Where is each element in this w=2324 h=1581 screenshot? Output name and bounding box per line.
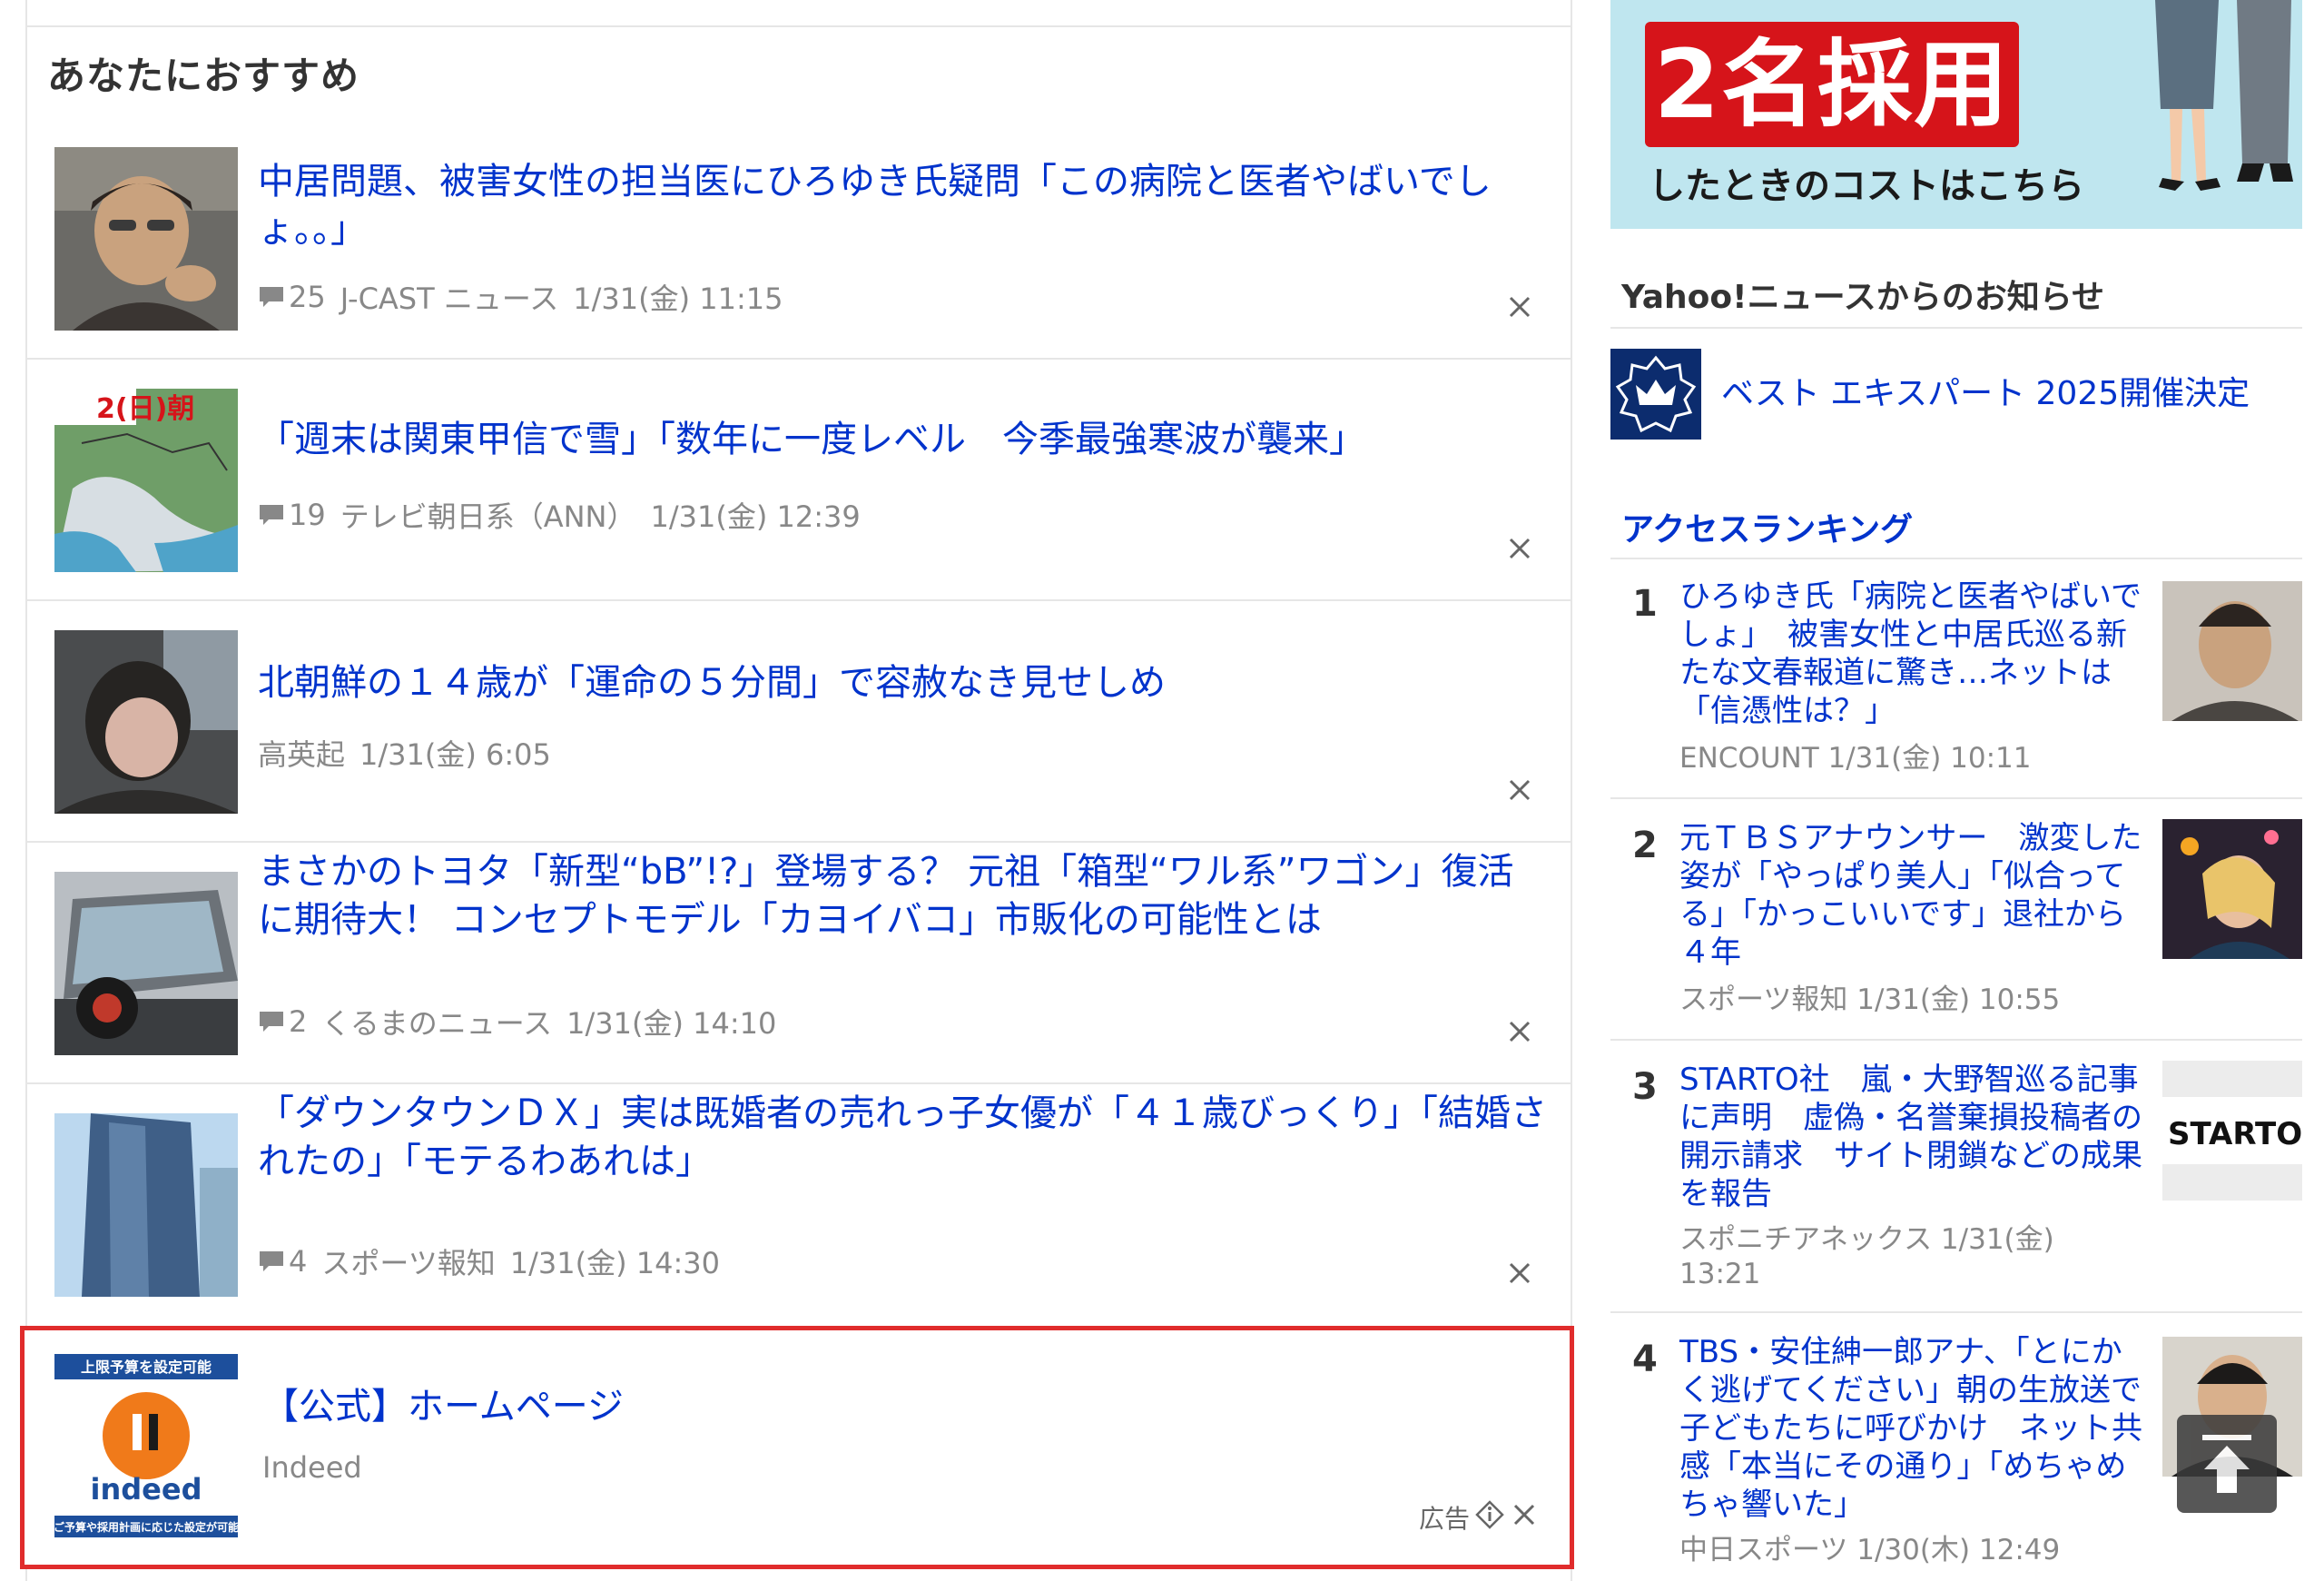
ranking-thumbnail[interactable] xyxy=(2162,819,2302,959)
article-thumbnail[interactable] xyxy=(54,872,238,1055)
ad-label: 広告 xyxy=(1419,1499,1539,1536)
ranking-meta: スポニチアネックス 1/31(金) 13:21 xyxy=(1679,1223,2054,1290)
ranking-title-link[interactable]: 元ＴＢＳアナウンサー 激変した姿が「やっぱり美人」「似合ってる」「かっこいいです… xyxy=(1679,819,2144,972)
rank-number: 1 xyxy=(1632,583,1658,625)
article-title-link[interactable]: 中居問題、被害女性の担当医にひろゆき氏疑問「この病院と医者やばいでしょ。。」 xyxy=(258,158,1547,254)
close-icon[interactable] xyxy=(1505,1259,1534,1288)
comment-count[interactable]: 2 xyxy=(258,1004,307,1039)
comment-icon xyxy=(258,285,285,309)
thumb-caption: 2(日)朝 xyxy=(96,393,194,425)
article-date: 1/31(金) 6:05 xyxy=(359,737,551,772)
article-title-link[interactable]: 「週末は関東甲信で雪」「数年に一度レベル 今季最強寒波が襲来」 xyxy=(258,416,1547,464)
comment-icon xyxy=(258,503,285,527)
article-item[interactable]: 2(日)朝 「週末は関東甲信で雪」「数年に一度レベル 今季最強寒波が襲来」 19… xyxy=(27,360,1571,601)
ranking-item[interactable]: 1 ひろゆき氏「病院と医者やばいでしょ」 被害女性と中居氏巡る新たな文春報道に驚… xyxy=(1610,558,2302,799)
article-item[interactable]: まさかのトヨタ「新型“bB”!?」登場する？ 元祖「箱型“ワル系”ワゴン」復活に… xyxy=(27,843,1571,1084)
rank-number: 2 xyxy=(1632,825,1658,866)
ranking-thumbnail[interactable]: STARTO ENTE xyxy=(2162,1061,2302,1201)
banner-subtext: したときのコストはこちら xyxy=(1649,165,2084,207)
close-icon[interactable] xyxy=(1505,1017,1534,1046)
article-item[interactable]: 「ダウンタウンＤＸ」実は既婚者の売れっ子女優が「４１歳びっくり」「結婚されたの」… xyxy=(27,1084,1571,1326)
ad-banner[interactable]: 2名採用 したときのコストはこちら xyxy=(1610,0,2302,229)
article-date: 1/31(金) 11:15 xyxy=(573,282,783,316)
article-title-link[interactable]: 北朝鮮の１４歳が「運命の５分間」で容赦なき見せしめ xyxy=(258,659,1547,707)
article-meta: 19 テレビ朝日系（ANN） 1/31(金) 12:39 xyxy=(258,494,861,536)
comment-count-value: 4 xyxy=(289,1244,308,1279)
article-meta: 高英起 1/31(金) 6:05 xyxy=(258,732,551,774)
ranking-title-link[interactable]: TBS・安住紳一郎アナ、「とにかく逃げてください」朝の生放送で子どもたちに呼びか… xyxy=(1679,1333,2144,1524)
ranking-meta: ENCOUNT 1/31(金) 10:11 xyxy=(1679,742,2032,775)
article-title-link[interactable]: 「ダウンタウンＤＸ」実は既婚者の売れっ子女優が「４１歳びっくり」「結婚されたの」… xyxy=(258,1090,1547,1186)
notice-heading: Yahoo!ニュースからのお知らせ xyxy=(1621,279,2105,316)
comment-count[interactable]: 19 xyxy=(258,498,326,532)
comment-count-value: 19 xyxy=(289,498,326,532)
ranking-item[interactable]: 2 元ＴＢＳアナウンサー 激変した姿が「やっぱり美人」「似合ってる」「かっこいい… xyxy=(1610,799,2302,1041)
rank-number: 4 xyxy=(1632,1339,1658,1380)
ranking-meta: 中日スポーツ 1/30(木) 12:49 xyxy=(1679,1534,2061,1566)
close-icon[interactable] xyxy=(1510,1500,1539,1536)
close-icon[interactable] xyxy=(1505,776,1534,805)
article-date: 1/31(金) 14:10 xyxy=(566,1006,777,1041)
ranking-heading[interactable]: アクセスランキング xyxy=(1621,503,1913,550)
comment-count-value: 25 xyxy=(289,280,326,314)
ranking-item[interactable]: 3 STARTO社 嵐・大野智巡る記事に声明 虚偽・名誉棄損投稿者の開示請求 サ… xyxy=(1610,1041,2302,1313)
comment-icon xyxy=(258,1250,285,1273)
article-source: テレビ朝日系（ANN） xyxy=(340,499,636,534)
close-icon[interactable] xyxy=(1505,292,1534,321)
notice-link[interactable]: ベスト エキスパート 2025開催決定 xyxy=(1721,367,2250,414)
article-source: J-CAST ニュース xyxy=(340,282,559,316)
article-thumbnail[interactable] xyxy=(54,630,238,814)
article-date: 1/31(金) 14:30 xyxy=(509,1246,720,1280)
article-item[interactable]: 中居問題、被害女性の担当医にひろゆき氏疑問「この病院と医者やばいでしょ。。」 2… xyxy=(27,127,1571,360)
article-thumbnail[interactable] xyxy=(54,147,238,331)
thumb-caption: STARTO ENTE xyxy=(2168,1116,2302,1152)
info-icon[interactable] xyxy=(1475,1499,1504,1536)
article-meta: 4 スポーツ報知 1/31(金) 14:30 xyxy=(258,1240,720,1282)
article-source: スポーツ報知 xyxy=(321,1246,496,1280)
ranking-meta: スポーツ報知 1/31(金) 10:55 xyxy=(1679,983,2061,1016)
rank-number: 3 xyxy=(1632,1066,1658,1108)
ad-thumb-brand: indeed xyxy=(91,1472,202,1507)
comment-count[interactable]: 4 xyxy=(258,1244,307,1279)
banner-headline: 2名採用 xyxy=(1653,29,2011,140)
recommendation-column: あなたにおすすめ 中居問題、被害女性の担当医にひろゆき氏疑問「この病院と医者やば… xyxy=(20,0,1574,1581)
ad-thumbnail[interactable]: 上限予算を設定可能 indeed ご予算や採用計画に応じた設定が可能 xyxy=(54,1354,238,1537)
close-icon[interactable] xyxy=(1505,534,1534,563)
section-title: あなたにおすすめ xyxy=(47,54,360,98)
arrow-up-icon xyxy=(2202,1435,2251,1493)
article-thumbnail[interactable] xyxy=(54,1113,238,1297)
article-meta: 25 J-CAST ニュース 1/31(金) 11:15 xyxy=(258,276,783,318)
ad-advertiser: Indeed xyxy=(262,1450,362,1485)
article-date: 1/31(金) 12:39 xyxy=(650,499,861,534)
ad-title-link[interactable]: 【公式】ホームページ xyxy=(262,1383,1546,1431)
ad-thumb-top-text: 上限予算を設定可能 xyxy=(81,1359,212,1376)
article-meta: 2 くるまのニュース 1/31(金) 14:10 xyxy=(258,1001,776,1042)
divider xyxy=(27,25,1571,27)
sidebar: 2名採用 したときのコストはこちら Yahoo!ニュースからのお知らせ ベスト … xyxy=(1610,0,2302,1581)
comment-count-value: 2 xyxy=(289,1004,308,1039)
ranking-title-link[interactable]: STARTO社 嵐・大野智巡る記事に声明 虚偽・名誉棄損投稿者の開示請求 サイト… xyxy=(1679,1061,2144,1213)
crown-icon[interactable] xyxy=(1610,349,1701,440)
divider xyxy=(1610,327,2302,329)
article-item[interactable]: 北朝鮮の１４歳が「運命の５分間」で容赦なき見せしめ 高英起 1/31(金) 6:… xyxy=(27,601,1571,843)
comment-count[interactable]: 25 xyxy=(258,280,326,314)
ad-thumb-bottom-text: ご予算や採用計画に応じた設定が可能 xyxy=(54,1520,238,1534)
banner-figure-illustration xyxy=(2155,0,2293,191)
sponsored-ad[interactable]: 上限予算を設定可能 indeed ご予算や採用計画に応じた設定が可能 【公式】ホ… xyxy=(20,1326,1574,1569)
article-source: 高英起 xyxy=(258,737,346,772)
article-source: くるまのニュース xyxy=(321,1006,553,1041)
ranking-title-link[interactable]: ひろゆき氏「病院と医者やばいでしょ」 被害女性と中居氏巡る新たな文春報道に驚き…… xyxy=(1679,578,2144,730)
ranking-thumbnail[interactable] xyxy=(2162,581,2302,721)
article-title-link[interactable]: まさかのトヨタ「新型“bB”!?」登場する？ 元祖「箱型“ワル系”ワゴン」復活に… xyxy=(258,848,1547,944)
article-thumbnail[interactable]: 2(日)朝 xyxy=(54,389,238,572)
ad-label-text: 広告 xyxy=(1418,1504,1470,1534)
back-to-top-button[interactable] xyxy=(2177,1415,2277,1513)
comment-icon xyxy=(258,1010,285,1033)
